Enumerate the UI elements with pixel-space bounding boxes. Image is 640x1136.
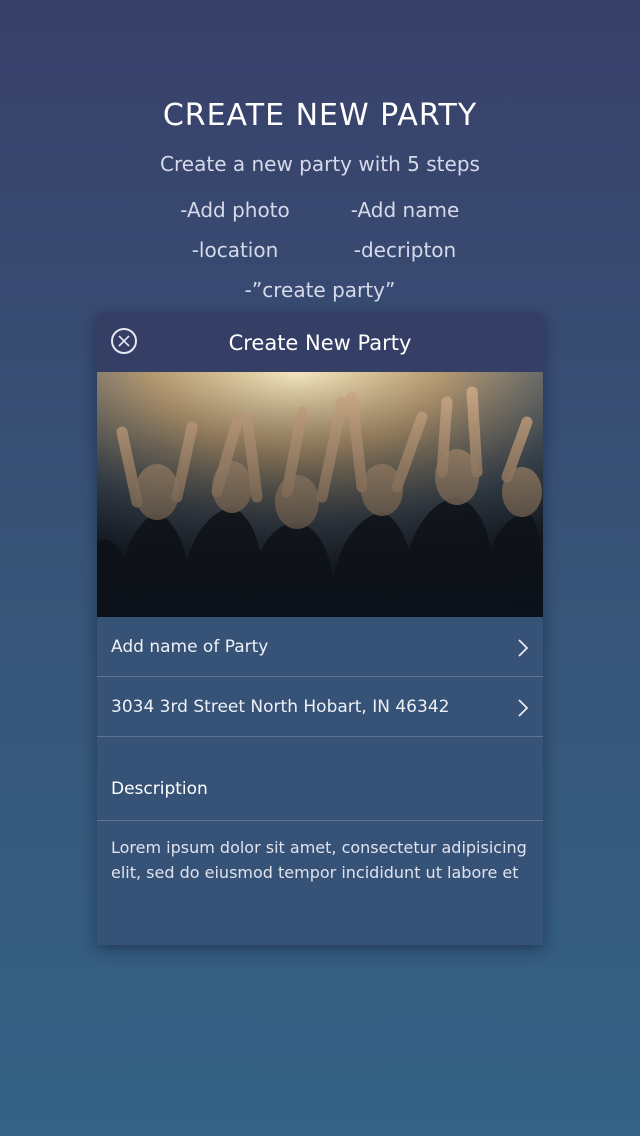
steps-row-2: -location -decripton [0,230,640,270]
step-add-photo: -Add photo [180,198,290,222]
close-icon[interactable] [111,328,137,354]
card-title: Create New Party [228,330,412,355]
party-name-label: Add name of Party [111,636,269,657]
description-heading-row: Description [97,737,543,821]
party-name-row[interactable]: Add name of Party [97,617,543,677]
steps-row-3: -”create party” [0,270,640,310]
step-add-name: -Add name [350,198,460,222]
location-row[interactable]: 3034 3rd Street North Hobart, IN 46342 [97,677,543,737]
step-description: -decripton [353,238,457,262]
intro-title: CREATE NEW PARTY [162,98,478,133]
location-label: 3034 3rd Street North Hobart, IN 46342 [111,696,450,717]
create-party-card: Create New Party Add name of Party 3034 … [97,313,543,945]
intro-section: CREATE NEW PARTY Create a new party with… [0,96,640,310]
chevron-right-icon [518,699,529,717]
description-textarea[interactable]: Lorem ipsum dolor sit amet, consectetur … [97,821,543,931]
card-header: Create New Party [97,313,543,372]
party-photo[interactable] [97,372,543,617]
description-heading: Description [111,779,208,799]
steps-row-1: -Add photo -Add name [0,190,640,230]
intro-subtitle: Create a new party with 5 steps [160,152,480,176]
steps-list: -Add photo -Add name -location -decripto… [0,190,640,310]
step-create-party: -”create party” [244,278,396,302]
step-location: -location [191,238,279,262]
chevron-right-icon [518,639,529,657]
